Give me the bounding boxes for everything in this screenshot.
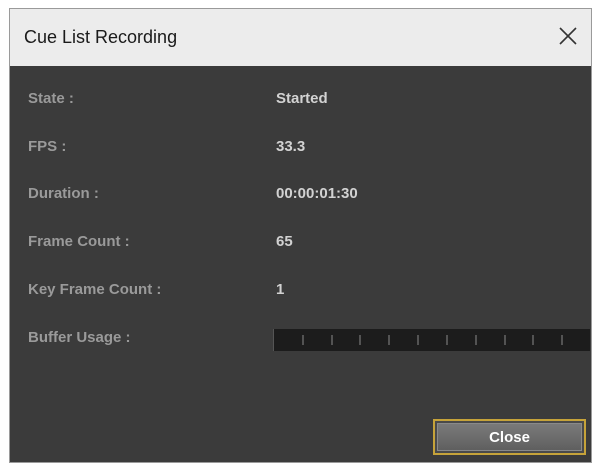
- close-button[interactable]: Close: [433, 419, 586, 455]
- key-frame-count-label: Key Frame Count :: [28, 281, 162, 298]
- buffer-usage-row: Buffer Usage :: [10, 329, 591, 351]
- state-value: Started: [276, 90, 328, 107]
- key-frame-count-value: 1: [276, 281, 285, 298]
- close-icon[interactable]: [553, 21, 583, 51]
- fps-value: 33.3: [276, 138, 306, 155]
- buffer-usage-meter: [273, 329, 590, 351]
- title-bar: Cue List Recording: [10, 9, 591, 66]
- duration-value: 00:00:01:30: [276, 185, 358, 202]
- duration-label: Duration :: [28, 185, 99, 202]
- fps-row: FPS : 33.3: [10, 138, 591, 160]
- key-frame-count-row: Key Frame Count : 1: [10, 281, 591, 303]
- frame-count-label: Frame Count :: [28, 233, 130, 250]
- state-label: State :: [28, 90, 74, 107]
- state-row: State : Started: [10, 90, 591, 112]
- buffer-usage-ticks: [302, 335, 563, 345]
- dialog-title: Cue List Recording: [24, 27, 178, 47]
- close-button-label: Close: [437, 423, 582, 451]
- duration-row: Duration : 00:00:01:30: [10, 185, 591, 207]
- fps-label: FPS :: [28, 138, 67, 155]
- frame-count-row: Frame Count : 65: [10, 233, 591, 255]
- cue-list-recording-dialog: Cue List Recording State : Started FPS :…: [9, 8, 592, 463]
- frame-count-value: 65: [276, 233, 293, 250]
- buffer-usage-label: Buffer Usage :: [28, 329, 131, 346]
- dialog-content: State : Started FPS : 33.3 Duration : 00…: [10, 66, 591, 462]
